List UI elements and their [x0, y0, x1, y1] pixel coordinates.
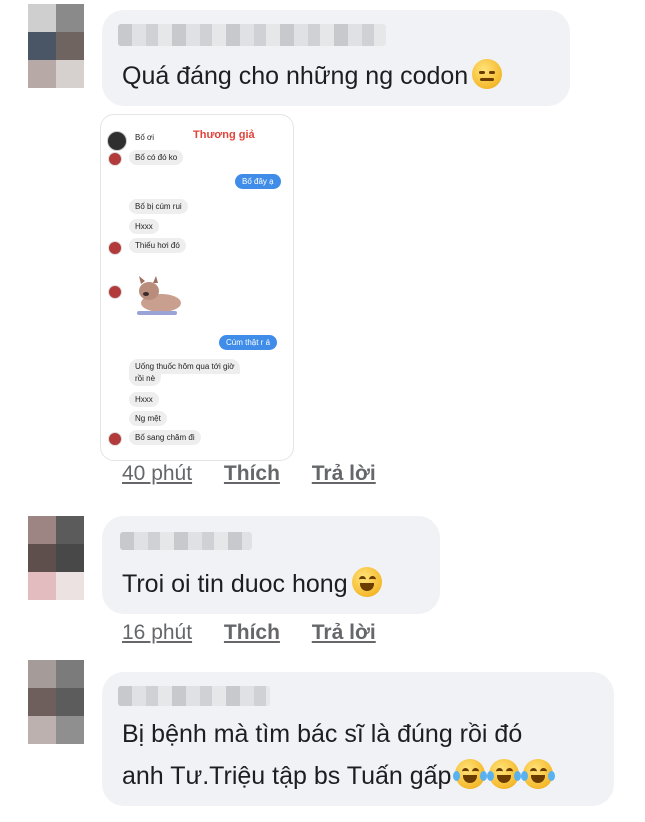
chat-message: Bố sang chăm đi: [129, 430, 201, 445]
chat-message: Hxxx: [129, 219, 159, 234]
comment-time[interactable]: 16 phút: [122, 621, 192, 644]
sender-avatar: [108, 152, 122, 166]
comment-time[interactable]: 40 phút: [122, 462, 192, 485]
dog-sticker: [137, 276, 181, 315]
comment-actions: 16 phút Thích Trả lời: [122, 621, 376, 645]
like-button[interactable]: Thích: [224, 462, 280, 485]
like-button[interactable]: Thích: [224, 621, 280, 644]
comment-bubble: Bị bệnh mà tìm bác sĩ là đúng rồi đó anh…: [102, 672, 614, 806]
chat-message: Hxxx: [129, 392, 159, 407]
comment-text-line-2: anh Tư.Triệu tập bs Tuấn gấp: [122, 758, 556, 794]
commenter-name[interactable]: [118, 686, 270, 706]
face-with-tears-of-joy-emoji: [453, 759, 488, 789]
commenter-name[interactable]: [118, 24, 386, 46]
chat-message: Cúm thật r á: [219, 335, 278, 350]
comment-text: Troi oi tin duoc hong: [122, 566, 382, 602]
chat-message: Thiếu hơi đó: [129, 238, 186, 253]
commenter-name[interactable]: [120, 532, 252, 550]
sender-avatar: [108, 241, 122, 255]
chat-message: Bố đây ạ: [235, 174, 281, 189]
face-with-tears-of-joy-emoji: [487, 759, 522, 789]
chat-message: rồi nè: [129, 371, 162, 386]
attached-screenshot[interactable]: Thương giả Bố ơi Bố có đó ko Bố đây ạ Bố…: [100, 114, 294, 461]
comment-bubble: Troi oi tin duoc hong: [102, 516, 440, 614]
expressionless-face-emoji: [472, 59, 503, 89]
chat-message: Ng mệt: [129, 411, 167, 426]
chat-avatar: [107, 131, 127, 151]
reply-button[interactable]: Trả lời: [312, 462, 376, 485]
sender-avatar: [108, 285, 122, 299]
comment-text: Quá đáng cho những ng codon: [122, 58, 503, 94]
avatar[interactable]: [28, 516, 84, 600]
grinning-squinting-face-emoji: [351, 567, 382, 597]
comment-bubble: Quá đáng cho những ng codon: [102, 10, 570, 106]
chat-title: Thương giả: [193, 129, 255, 141]
face-with-tears-of-joy-emoji: [521, 759, 556, 789]
chat-message: Bố ơi: [135, 133, 155, 142]
reply-button[interactable]: Trả lời: [312, 621, 376, 644]
chat-message: Bố có đó ko: [129, 150, 184, 165]
chat-message: Bố bị cúm rui: [129, 199, 188, 214]
avatar[interactable]: [28, 660, 84, 744]
avatar[interactable]: [28, 4, 84, 88]
comment-actions: 40 phút Thích Trả lời: [122, 462, 376, 486]
comment-text-line-1: Bị bệnh mà tìm bác sĩ là đúng rồi đó: [122, 720, 523, 748]
sender-avatar: [108, 432, 122, 446]
